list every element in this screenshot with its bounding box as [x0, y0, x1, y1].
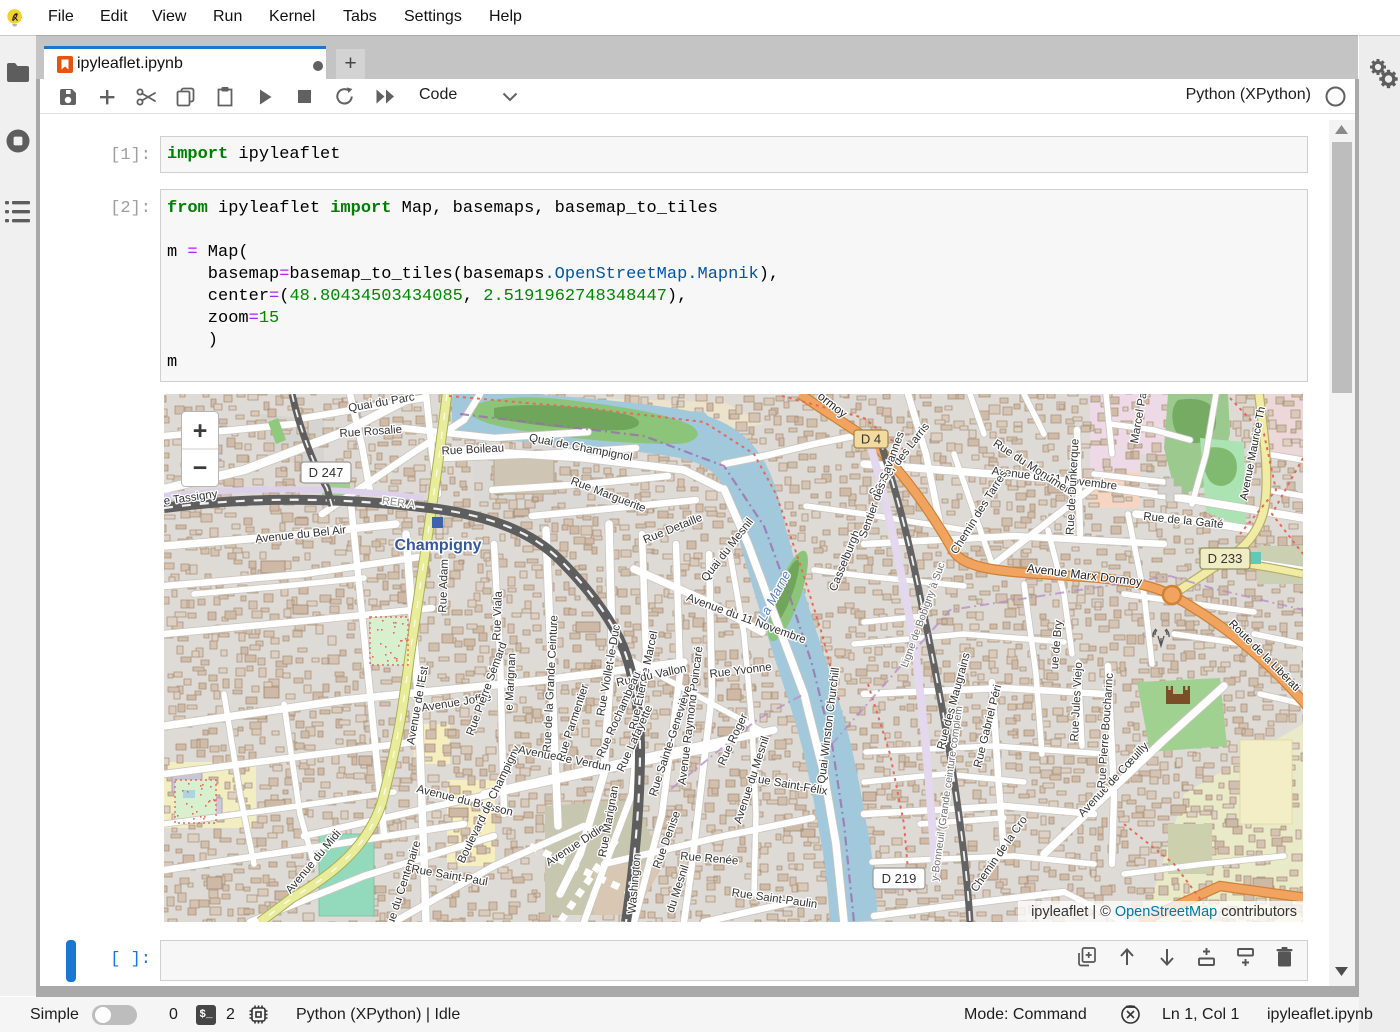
svg-text:Rue Adam: Rue Adam — [437, 559, 451, 613]
svg-text:D 219: D 219 — [882, 871, 917, 886]
svg-text:+: + — [193, 417, 208, 445]
svg-text:Champigny: Champigny — [394, 537, 481, 554]
svg-text:D 4: D 4 — [861, 432, 881, 447]
svg-text:−: − — [193, 454, 208, 482]
svg-text:ipyleaflet | © OpenStreetMap c: ipyleaflet | © OpenStreetMap contributor… — [1031, 904, 1297, 920]
svg-text:D 233: D 233 — [1208, 551, 1243, 566]
svg-text:D 247: D 247 — [309, 465, 344, 480]
svg-text:Rue Viala: Rue Viala — [491, 590, 505, 641]
